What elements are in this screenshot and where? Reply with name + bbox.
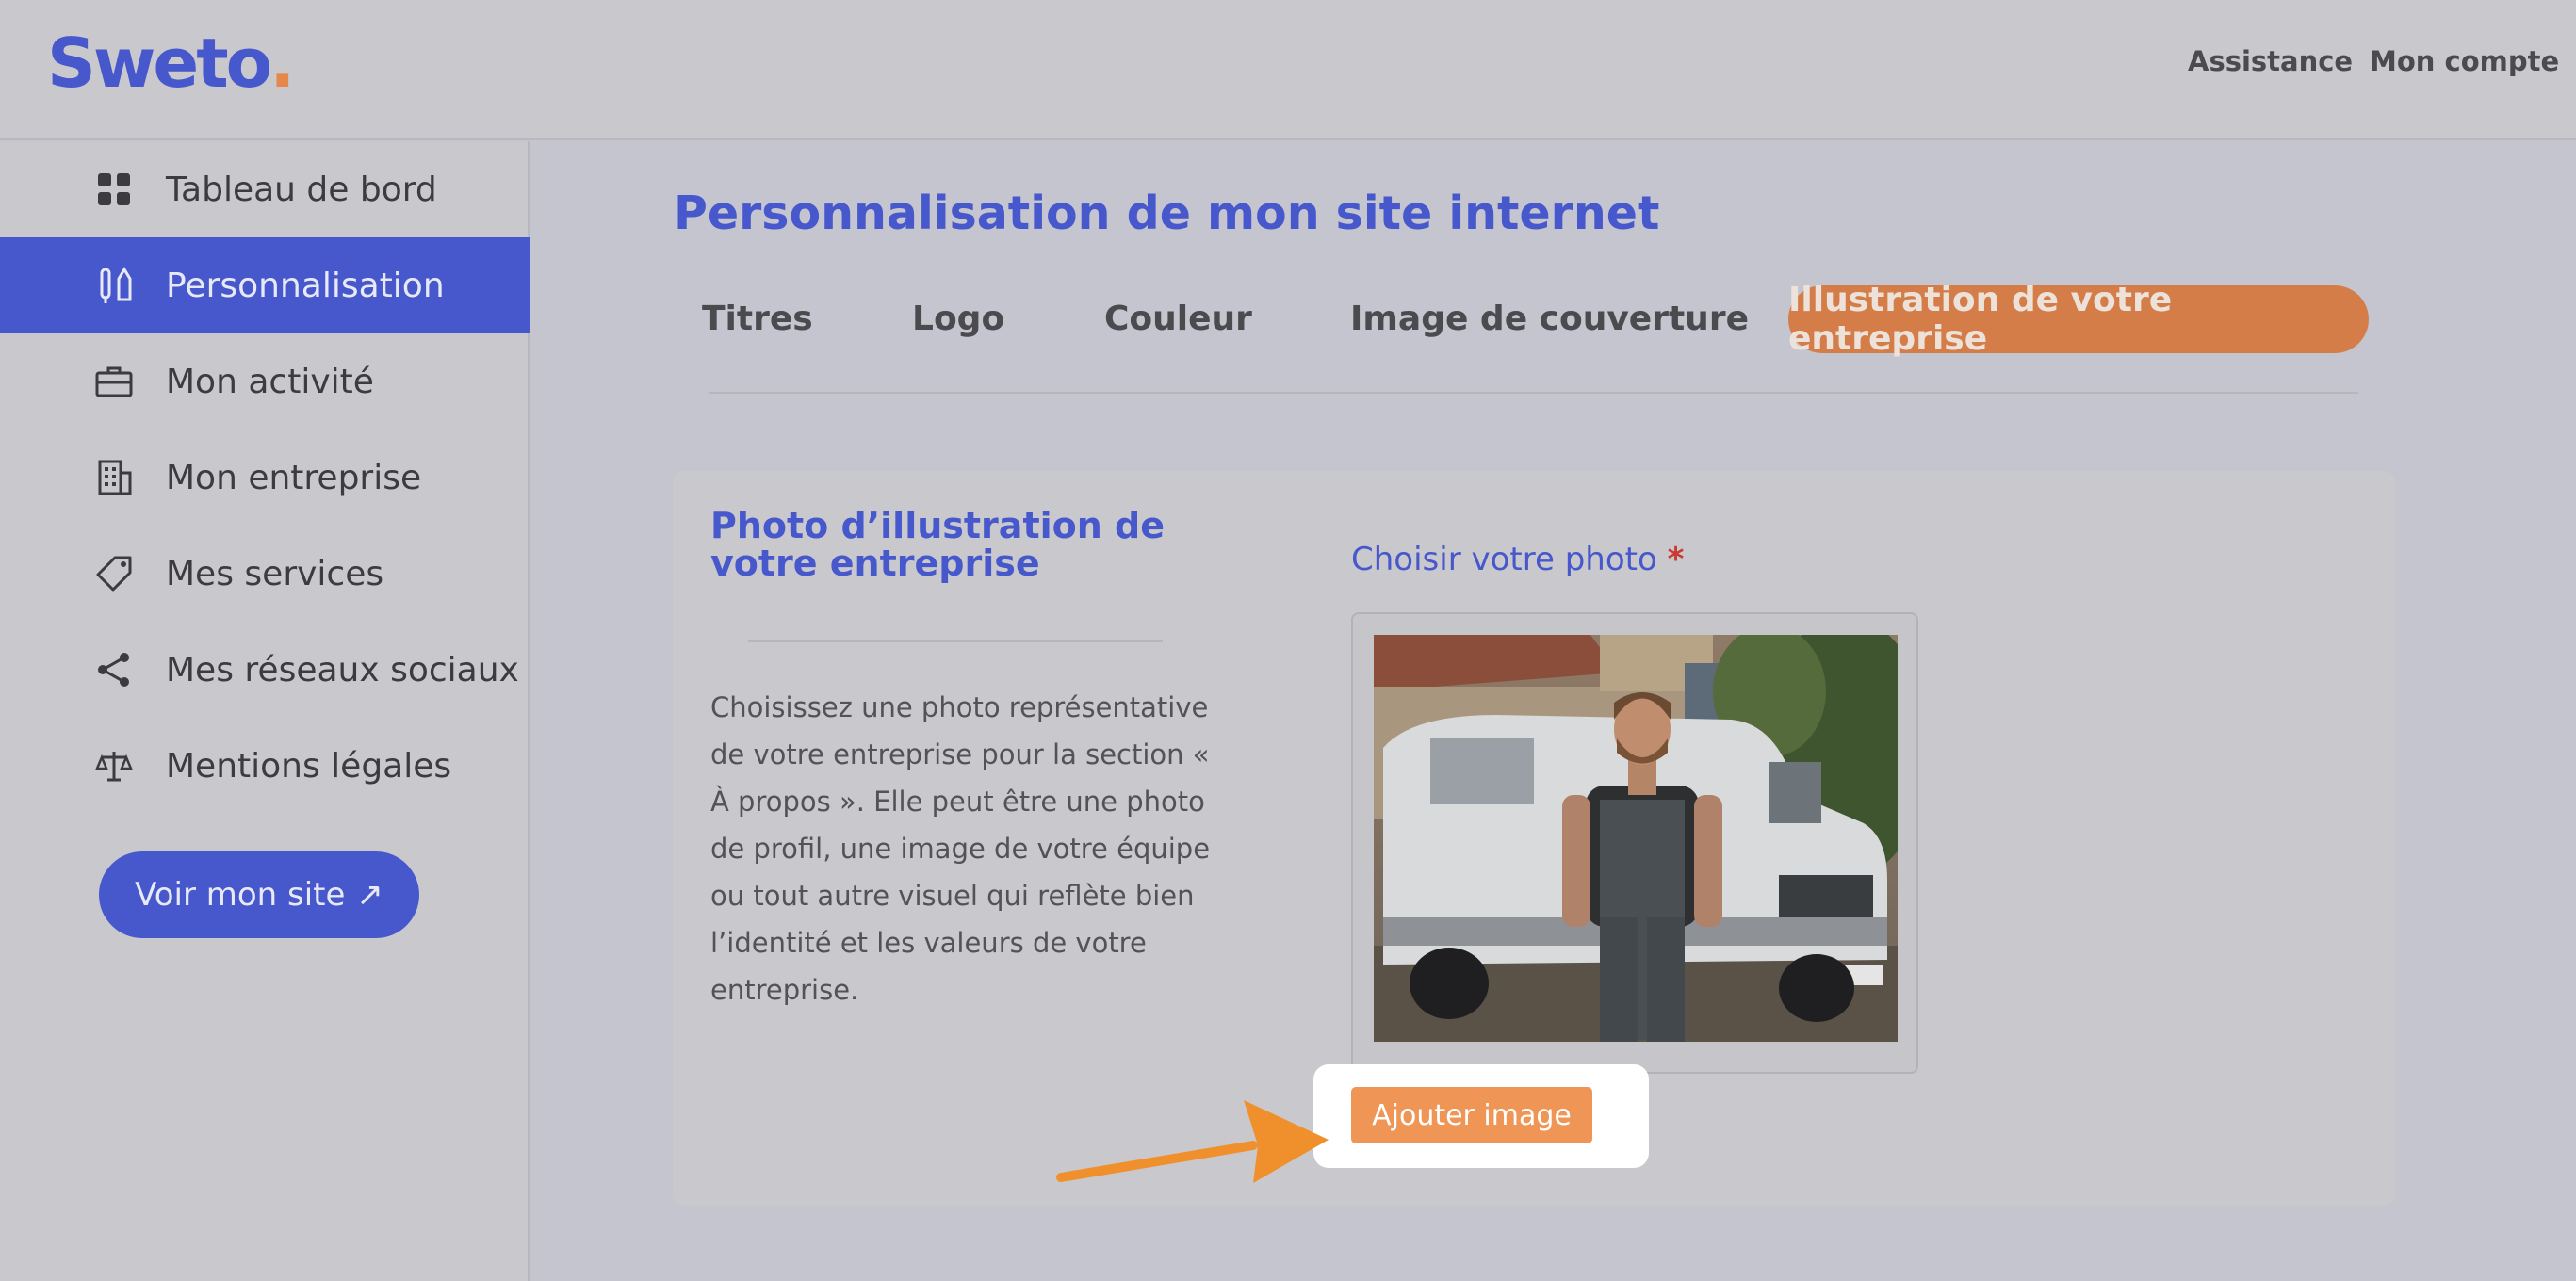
top-header: Sweto. Assistance Mon compte <box>0 0 2576 140</box>
brand-logo[interactable]: Sweto. <box>47 21 295 105</box>
sidebar-item-label: Personnalisation <box>166 266 445 305</box>
sidebar-item-social[interactable]: Mes réseaux sociaux <box>0 622 530 718</box>
sidebar-item-services[interactable]: Mes services <box>0 526 530 622</box>
tab-color[interactable]: Couleur <box>1104 300 1252 338</box>
sidebar-item-label: Mes réseaux sociaux <box>166 650 519 689</box>
sidebar-item-legal[interactable]: Mentions légales <box>0 718 530 814</box>
photo-field-label: Choisir votre photo * <box>1351 541 1684 578</box>
brush-pen-icon <box>100 267 132 303</box>
tab-company-illustration[interactable]: Illustration de votre entreprise <box>1788 281 2369 358</box>
photo-label-text: Choisir votre photo <box>1351 541 1657 578</box>
brand-dot: . <box>269 24 295 103</box>
sidebar-item-label: Mon activité <box>166 362 374 401</box>
sidebar-item-dashboard[interactable]: Tableau de bord <box>0 141 530 237</box>
illustration-card: Photo d’illustration de votre entreprise… <box>673 471 2395 1206</box>
briefcase-icon <box>95 366 133 397</box>
sidebar-item-activity[interactable]: Mon activité <box>0 333 530 430</box>
sidebar-item-personalisation[interactable]: Personnalisation <box>0 237 530 333</box>
view-site-button[interactable]: Voir mon site ↗ <box>99 851 419 938</box>
external-link-icon: ↗ <box>356 876 383 914</box>
account-link[interactable]: Mon compte <box>2370 45 2559 77</box>
sidebar-item-label: Tableau de bord <box>166 170 437 209</box>
share-icon <box>98 653 129 687</box>
add-image-button[interactable]: Ajouter image <box>1351 1087 1592 1143</box>
tab-titles[interactable]: Titres <box>702 300 813 338</box>
dashboard-icon <box>98 173 130 205</box>
brand-name: Sweto <box>47 24 272 103</box>
tab-cover-image[interactable]: Image de couverture <box>1350 300 1749 338</box>
building-icon <box>98 460 132 495</box>
card-title: Photo d’illustration de votre entreprise <box>710 505 1165 584</box>
page-title: Personnalisation de mon site internet <box>674 186 1660 240</box>
app-root: Sweto. Assistance Mon compte Tableau de … <box>0 0 2576 1281</box>
sidebar-item-label: Mes services <box>166 554 384 593</box>
pointer-arrow-icon <box>1056 1100 1329 1183</box>
sidebar: Tableau de bord Personnalisation Mon act… <box>0 141 530 1281</box>
assistance-link[interactable]: Assistance <box>2188 45 2353 77</box>
card-description: Choisissez une photo représentative de v… <box>710 691 1211 1006</box>
view-site-label: Voir mon site <box>135 876 346 914</box>
sidebar-item-label: Mon entreprise <box>166 458 422 497</box>
tag-icon <box>96 556 132 592</box>
card-divider <box>748 640 1163 642</box>
scales-icon <box>95 752 133 782</box>
photo-preview-frame[interactable] <box>1351 612 1918 1074</box>
sidebar-item-company[interactable]: Mon entreprise <box>0 430 530 526</box>
required-mark: * <box>1667 541 1685 578</box>
tabs-divider <box>709 392 2358 394</box>
company-photo <box>1374 635 1898 1042</box>
tab-logo[interactable]: Logo <box>912 300 1004 338</box>
sidebar-item-label: Mentions légales <box>166 746 452 786</box>
